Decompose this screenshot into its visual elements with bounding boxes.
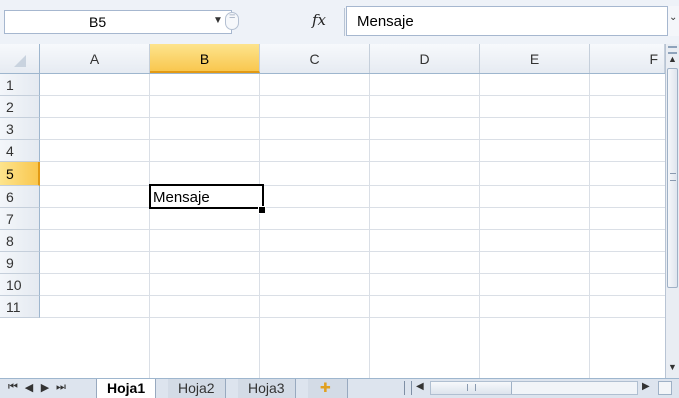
formula-bar: B5 ▼ = fx Mensaje ⌄ — [0, 0, 679, 44]
gridline — [589, 74, 590, 378]
scroll-down-icon[interactable]: ▼ — [668, 362, 677, 372]
column-header-c[interactable]: C — [260, 44, 370, 73]
gridline — [479, 74, 480, 378]
row-header-4[interactable]: 4 — [0, 140, 40, 162]
vertical-scroll-thumb[interactable] — [667, 68, 678, 288]
horizontal-scrollbar[interactable] — [430, 381, 638, 395]
column-header-b[interactable]: B — [150, 44, 260, 73]
gridline — [40, 229, 665, 230]
formula-input[interactable]: Mensaje — [346, 6, 667, 36]
row-header-5-selected[interactable]: 5 — [0, 162, 40, 186]
row-header-10[interactable]: 10 — [0, 274, 40, 296]
divider — [344, 8, 345, 36]
tab-hoja1[interactable]: Hoja1 — [96, 379, 157, 398]
last-sheet-icon[interactable]: ⏭ — [54, 381, 68, 394]
gridline — [40, 207, 665, 208]
gridline — [40, 317, 665, 318]
spreadsheet-grid[interactable]: A B C D E F 1 2 3 4 6 7 8 9 10 11 Mensaj… — [0, 44, 665, 378]
tab-hoja2[interactable]: Hoja2 — [168, 379, 226, 398]
gridline — [259, 74, 260, 378]
name-box-value: B5 — [89, 14, 107, 30]
gridline — [40, 295, 665, 296]
gridline — [40, 251, 665, 252]
insert-sheet-button[interactable]: ✚ — [308, 379, 348, 398]
grip-icon — [670, 173, 676, 181]
previous-sheet-icon[interactable]: ◀ — [22, 381, 36, 394]
next-sheet-icon[interactable]: ▶ — [38, 381, 52, 394]
column-header-row: A B C D E F — [0, 44, 665, 74]
tab-split-handle[interactable] — [404, 381, 412, 395]
row-header-7[interactable]: 7 — [0, 208, 40, 230]
expand-formula-bar-button[interactable]: ⌄ — [667, 6, 679, 36]
row-header-2[interactable]: 2 — [0, 96, 40, 118]
gridline — [40, 139, 665, 140]
fill-handle[interactable] — [258, 206, 266, 214]
gridline — [40, 273, 665, 274]
gridline — [40, 95, 665, 96]
insert-sheet-icon: ✚ — [320, 380, 331, 395]
gridline — [40, 117, 665, 118]
scroll-right-icon[interactable]: ▶ — [642, 381, 650, 392]
row-header-11[interactable]: 11 — [0, 296, 40, 318]
tab-hoja3[interactable]: Hoja3 — [238, 379, 296, 398]
horizontal-scroll-thumb[interactable] — [431, 382, 512, 394]
split-handle[interactable] — [668, 46, 677, 54]
chevron-down-icon[interactable]: ▼ — [213, 15, 223, 26]
name-box[interactable]: B5 ▼ — [4, 10, 232, 34]
grip-icon — [467, 384, 476, 391]
sheet-tab-bar: ⏮ ◀ ▶ ⏭ Hoja1 Hoja2 Hoja3 ✚ ◀ ▶ — [0, 378, 679, 398]
scroll-left-icon[interactable]: ◀ — [416, 381, 424, 392]
first-sheet-icon[interactable]: ⏮ — [6, 381, 20, 394]
function-icon: fx — [312, 11, 327, 29]
row-header-8[interactable]: 8 — [0, 230, 40, 252]
row-header-9[interactable]: 9 — [0, 252, 40, 274]
column-header-f[interactable]: F — [590, 44, 665, 73]
row-header-3[interactable]: 3 — [0, 118, 40, 140]
select-all-button[interactable] — [0, 44, 40, 74]
scroll-up-icon[interactable]: ▲ — [668, 54, 677, 64]
gridline — [369, 74, 370, 378]
active-cell-b5[interactable]: Mensaje — [149, 184, 264, 209]
gridline — [149, 74, 150, 378]
select-all-icon — [14, 55, 26, 67]
vertical-scrollbar[interactable]: ▲ ▼ — [665, 44, 679, 378]
gridline — [40, 161, 665, 162]
cell-value: Mensaje — [153, 189, 210, 206]
gridline — [40, 185, 665, 186]
row-header-6[interactable]: 6 — [0, 186, 40, 208]
horizontal-split-handle[interactable] — [658, 381, 672, 395]
insert-function-button[interactable]: fx — [312, 11, 326, 29]
column-header-a[interactable]: A — [40, 44, 150, 73]
chevron-down-icon: ⌄ — [669, 12, 678, 23]
column-header-d[interactable]: D — [370, 44, 480, 73]
formula-bar-resize-icon[interactable]: = — [225, 11, 239, 30]
column-header-e[interactable]: E — [480, 44, 590, 73]
formula-value: Mensaje — [357, 13, 414, 30]
row-header-1[interactable]: 1 — [0, 74, 40, 96]
